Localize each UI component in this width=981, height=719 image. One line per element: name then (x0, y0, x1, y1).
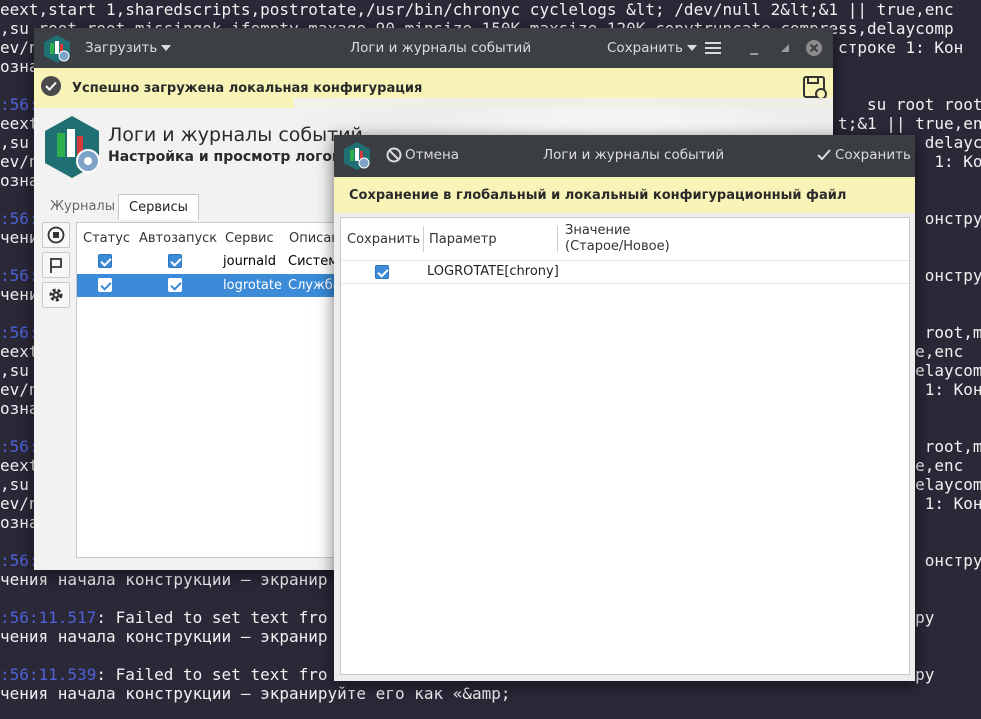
header-service[interactable]: Сервис (225, 231, 274, 246)
save-dialog: Отмена Логи и журналы событий Сохранить … (334, 135, 915, 681)
dialog-titlebar: Отмена Логи и журналы событий Сохранить (334, 135, 915, 177)
chevron-down-icon (686, 45, 697, 51)
header-autostart[interactable]: Автозапуск (139, 231, 217, 246)
tab-services[interactable]: Сервисы (118, 194, 199, 220)
settings-button[interactable] (42, 282, 70, 308)
dialog-banner: Сохранение в глобальный и локальный конф… (334, 177, 915, 213)
terminal-line: озна (0, 399, 39, 418)
banner-text: Успешно загружена локальная конфигурация (72, 80, 423, 96)
terminal-timestamp: :56: (0, 551, 39, 570)
terminal-timestamp: :56: (0, 95, 39, 114)
app-logo-icon (42, 34, 72, 68)
terminal-timestamp: :56: (0, 209, 39, 228)
gear-icon (49, 288, 63, 302)
main-window-title: Логи и журналы событий (350, 40, 532, 56)
flag-button[interactable] (42, 252, 70, 278)
load-label: Загрузить (85, 40, 158, 56)
column-separator[interactable] (557, 226, 558, 252)
save-menu-button[interactable]: Сохранить (607, 40, 697, 56)
table-row[interactable]: journald Системный журнал (77, 250, 422, 273)
app-header-icon (42, 114, 102, 184)
status-checkbox[interactable] (98, 278, 112, 292)
header-value-line2: (Старое/Новое) (565, 239, 670, 254)
terminal-line: чения начала конструкции — экранир (0, 570, 328, 589)
checkmark-icon (817, 149, 831, 161)
stop-circle-icon (47, 226, 65, 244)
header-status[interactable]: Статус (83, 231, 130, 246)
services-table: Статус Автозапуск Сервис Описание journa… (76, 222, 445, 558)
cancel-icon (386, 147, 402, 163)
cancel-label: Отмена (405, 147, 460, 163)
terminal-line: чения начала конструкции — экранир (0, 627, 328, 646)
terminal-text: чения начала конструкции — экранир (0, 627, 328, 646)
terminal-line: озна (0, 171, 39, 190)
terminal-text: озна (0, 171, 39, 190)
app-title: Логи и журналы событий (108, 124, 363, 146)
terminal-text: чения начала конструкции — экранируйте е… (0, 684, 511, 703)
header-value[interactable]: Значение (Старое/Новое) (565, 218, 670, 260)
service-name: logrotate (223, 278, 282, 293)
status-checkbox[interactable] (98, 254, 112, 268)
terminal-text: озна (0, 57, 39, 76)
maximize-icon[interactable] (780, 42, 790, 57)
changes-table: Сохранить Параметр Значение (Старое/Ново… (340, 217, 910, 675)
minimize-icon[interactable] (750, 46, 760, 61)
close-icon[interactable] (805, 39, 823, 61)
load-menu-button[interactable]: Загрузить (85, 40, 172, 56)
table-row[interactable]: LOGROTATE[chrony] (341, 260, 909, 284)
dialog-title: Логи и журналы событий (543, 147, 725, 163)
terminal-timestamp: :56:11.539 (0, 665, 97, 684)
autostart-checkbox[interactable] (168, 278, 182, 292)
terminal-timestamp: :56: (0, 323, 39, 342)
terminal-text: озна (0, 399, 39, 418)
flag-icon (50, 258, 62, 273)
terminal-line: озна (0, 57, 39, 76)
terminal-line: озна (0, 513, 39, 532)
chevron-down-icon (161, 45, 172, 51)
app-logo-icon (342, 141, 372, 175)
autostart-checkbox[interactable] (168, 254, 182, 268)
terminal-line: eext,start 1,sharedscripts,postrotate,/u… (0, 0, 954, 19)
checkmark-circle-icon (40, 75, 62, 101)
terminal-text: чения начала конструкции — экранир (0, 570, 328, 589)
terminal-line: чения начала конструкции — экранируйте е… (0, 684, 511, 703)
save-label: Сохранить (607, 40, 683, 56)
main-titlebar: Загрузить Логи и журналы событий Сохрани… (34, 28, 833, 68)
service-name: journald (223, 254, 276, 269)
terminal-text: eext,start 1,sharedscripts,postrotate,/u… (0, 0, 954, 19)
table-header: Статус Автозапуск Сервис Описание (77, 227, 375, 250)
cancel-button[interactable]: Отмена (386, 147, 459, 163)
header-save[interactable]: Сохранить (347, 218, 420, 260)
dialog-save-label: Сохранить (835, 147, 911, 163)
side-toolbar (42, 222, 72, 308)
header-param[interactable]: Параметр (429, 218, 497, 260)
table-row[interactable]: logrotate Служба ротации логов (77, 274, 445, 297)
hamburger-menu-icon[interactable] (705, 41, 721, 59)
terminal-timestamp: :56:11.517 (0, 608, 97, 627)
stop-service-button[interactable] (42, 222, 70, 248)
terminal-timestamp: :56: (0, 266, 39, 285)
save-param-checkbox[interactable] (375, 265, 389, 279)
param-name: LOGROTATE[chrony] (427, 264, 559, 279)
terminal-text: озна (0, 513, 39, 532)
column-separator[interactable] (423, 226, 424, 252)
header-value-line1: Значение (565, 223, 631, 238)
dialog-save-button[interactable]: Сохранить (816, 147, 911, 163)
dialog-banner-text: Сохранение в глобальный и локальный конф… (349, 187, 847, 203)
tab-journals[interactable]: Журналы (40, 194, 125, 220)
terminal-timestamp: :56: (0, 437, 39, 456)
